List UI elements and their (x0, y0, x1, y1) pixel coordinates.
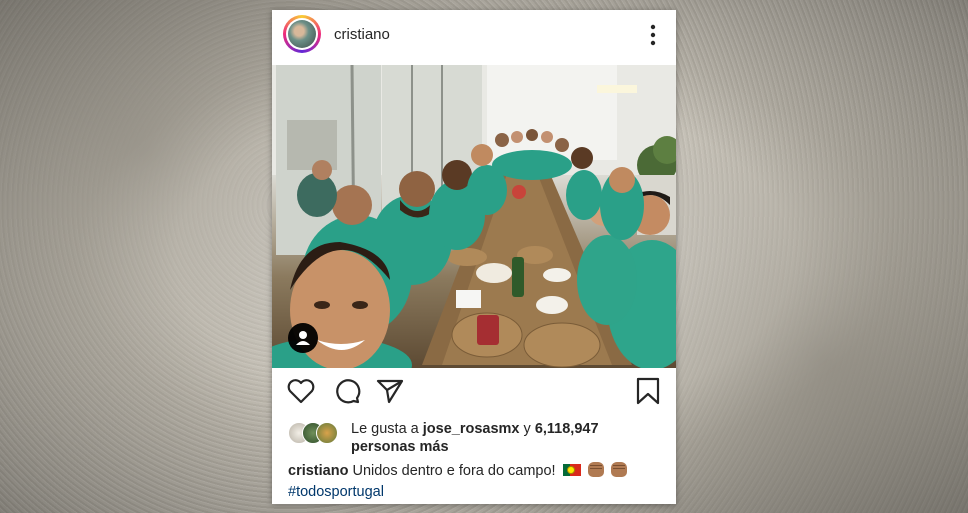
post-caption: cristiano Unidos dentro e fora do campo!… (288, 461, 673, 503)
likes-section: Le gusta a jose_rosasmx y 6,118,947 pers… (288, 418, 668, 458)
caption-hashtag[interactable]: #todosportugal (288, 484, 384, 500)
fist-bump-emoji (610, 462, 627, 477)
post-photo[interactable] (272, 65, 676, 368)
share-icon[interactable] (375, 376, 405, 406)
likes-text: Le gusta a jose_rosasmx y 6,118,947 pers… (351, 420, 671, 456)
more-icon[interactable] (650, 24, 656, 46)
instagram-post-card: cristiano Le gusta a jose_rosasmx y 6,11… (272, 10, 676, 504)
heart-icon[interactable] (286, 376, 316, 406)
portugal-flag-emoji (562, 464, 581, 476)
group-selfie-image (272, 65, 676, 368)
tag-people-icon[interactable] (288, 323, 318, 353)
likes-suffix[interactable]: personas más (351, 439, 449, 455)
avatar-ring (286, 18, 318, 50)
fist-bump-emoji (587, 462, 604, 477)
post-username[interactable]: cristiano (334, 26, 390, 43)
liker-avatars (288, 422, 344, 444)
post-action-bar (272, 376, 676, 410)
caption-text: Unidos dentro e fora do campo! (352, 463, 556, 479)
avatar-image (288, 20, 316, 48)
likes-connector: y (523, 421, 531, 437)
profile-avatar[interactable] (283, 15, 321, 53)
post-header: cristiano (272, 10, 676, 62)
liker-avatar[interactable] (316, 422, 338, 444)
bookmark-icon[interactable] (633, 376, 663, 406)
liker-username[interactable]: jose_rosasmx (423, 421, 520, 437)
caption-username[interactable]: cristiano (288, 463, 348, 479)
likes-prefix: Le gusta a (351, 421, 419, 437)
comment-icon[interactable] (332, 376, 362, 406)
likes-count[interactable]: 6,118,947 (535, 421, 599, 437)
